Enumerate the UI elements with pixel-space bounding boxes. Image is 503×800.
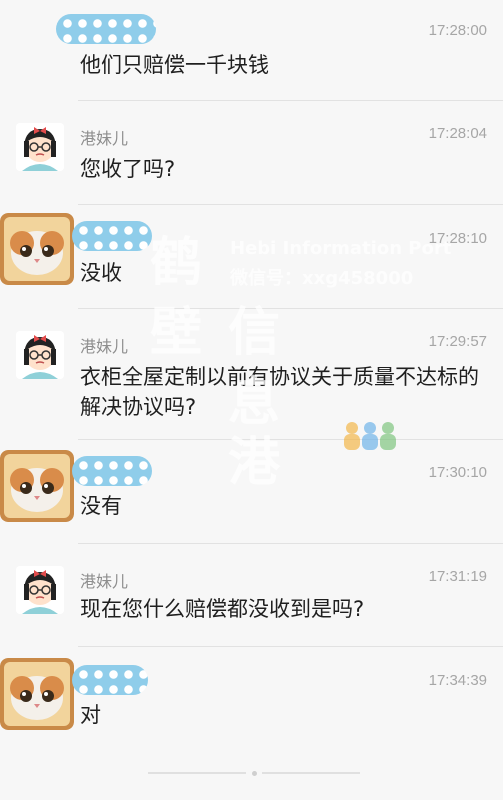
cat-in-bread-avatar-icon (0, 658, 74, 730)
message-time: 17:28:04 (428, 125, 487, 142)
cat-in-bread-avatar-icon (0, 450, 74, 522)
chat-message[interactable]: 港妹儿 17:29:57 衣柜全屋定制以前有协议关于质量不达标的解决协议吗? (0, 309, 503, 440)
chat-message[interactable]: 17:30:10 没有 (0, 440, 503, 544)
message-time: 17:28:00 (428, 22, 487, 39)
message-time: 17:34:39 (428, 672, 487, 689)
cartoon-girl-avatar-icon (16, 331, 64, 379)
chat-message[interactable]: 17:28:00 他们只赔偿一千块钱 (0, 0, 503, 101)
avatar[interactable] (16, 123, 64, 171)
message-text: 衣柜全屋定制以前有协议关于质量不达标的解决协议吗? (80, 365, 479, 419)
sender-name: 港妹儿 (80, 337, 129, 356)
message-time: 17:29:57 (428, 333, 487, 350)
cartoon-girl-avatar-icon (16, 566, 64, 614)
redacted-name-mask (72, 221, 152, 251)
watermark-people-logo-icon (344, 422, 396, 450)
avatar[interactable] (0, 658, 74, 730)
message-time: 17:31:19 (428, 568, 487, 585)
message-text: 对 (80, 703, 101, 727)
sender-name: 港妹儿 (80, 572, 129, 591)
message-time: 17:30:10 (428, 464, 487, 481)
redacted-name-mask (72, 456, 152, 486)
avatar[interactable] (16, 566, 64, 614)
message-text: 现在您什么赔偿都没收到是吗? (80, 597, 365, 621)
redacted-name-mask (56, 14, 156, 44)
chat-message[interactable]: 17:28:10 没收 (0, 205, 503, 309)
avatar[interactable] (16, 331, 64, 379)
redacted-name-mask (72, 665, 148, 695)
avatar[interactable] (0, 450, 74, 522)
home-indicator-left (148, 772, 246, 774)
chat-message[interactable]: 17:34:39 对 (0, 647, 503, 747)
message-text: 您收了吗? (80, 157, 176, 181)
chat-message[interactable]: 港妹儿 17:28:04 您收了吗? (0, 101, 503, 205)
cat-in-bread-avatar-icon (0, 213, 74, 285)
chat-message[interactable]: 港妹儿 17:31:19 现在您什么赔偿都没收到是吗? (0, 544, 503, 647)
cartoon-girl-avatar-icon (16, 123, 64, 171)
sender-name: 港妹儿 (80, 129, 129, 148)
home-indicator-dot (252, 771, 257, 776)
avatar[interactable] (0, 213, 74, 285)
home-indicator-right (262, 772, 360, 774)
message-text: 没有 (80, 494, 122, 518)
message-text: 他们只赔偿一千块钱 (80, 53, 269, 77)
message-time: 17:28:10 (428, 230, 487, 247)
message-text: 没收 (80, 261, 122, 285)
